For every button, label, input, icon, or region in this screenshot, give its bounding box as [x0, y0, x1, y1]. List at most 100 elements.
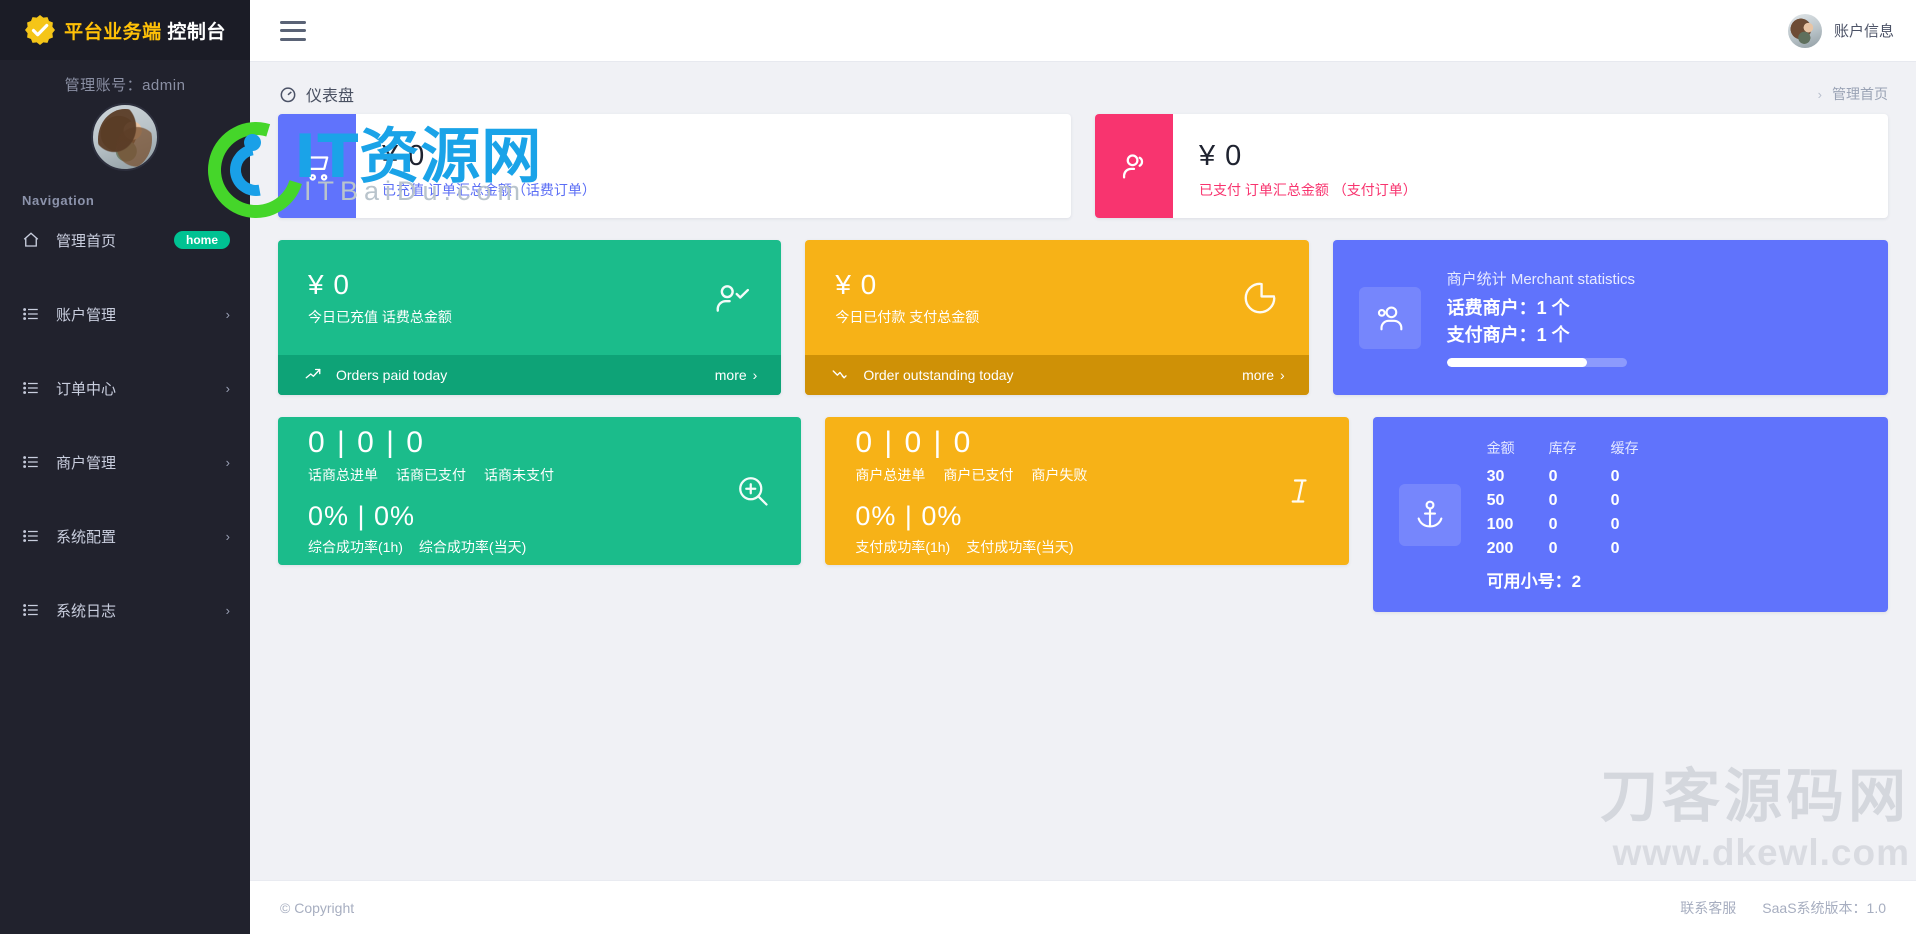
card-text: ¥ 0 今日已付款 支付总金额 [835, 269, 979, 327]
sidebar-item-system-log[interactable]: 系统日志 › [0, 588, 250, 632]
version-label: SaaS系统版本：1.0 [1762, 899, 1886, 916]
card-desc: 已充值 订单汇总金额（话费订单） [382, 182, 596, 198]
page-head: 仪表盘 › 管理首页 [278, 62, 1888, 114]
stock-table: 金额 库存 缓存 30 0 0 50 0 0 100 0 0 200 0 0 可… [1487, 438, 1673, 592]
brand-title-accent: 平台业务端 [64, 21, 162, 43]
card-amount: ¥ 0 [308, 268, 350, 300]
telecom-rate-labels: 综合成功率(1h) 综合成功率(当天) [308, 537, 554, 557]
label-rate-today: 综合成功率(当天) [418, 538, 527, 555]
list-icon [22, 379, 40, 397]
home-icon [22, 231, 40, 249]
card-title: 商户统计 Merchant statistics [1446, 271, 1636, 289]
more-label: more [1242, 367, 1274, 383]
list-icon [22, 527, 40, 545]
avatar[interactable] [91, 103, 159, 171]
card-merchant-statistics[interactable]: 商户统计 Merchant statistics 话费商户：1 个 支付商户：1… [1332, 240, 1888, 395]
sidebar-item-label: 账户管理 [56, 306, 117, 324]
sidebar-item-orders[interactable]: 订单中心 › [0, 366, 250, 410]
nav-header: Navigation [22, 193, 95, 208]
table-row: 100 0 0 [1487, 513, 1673, 537]
card-footer-label: Orders paid today [336, 367, 448, 383]
sidebar-nav: 管理首页 home 账户管理 › 订单中心 › 商户管理 › 系统配置 › 系统… [0, 218, 250, 632]
sidebar-item-label: 管理首页 [56, 232, 117, 250]
card-merchant-orders[interactable]: 0 | 0 | 0 商户总进单 商户已支付 商户失败 0% | 0% 支付成功率… [825, 417, 1349, 565]
nav-spacer [0, 336, 250, 366]
footer-copyright: © Copyright [280, 899, 355, 916]
card-today-recharge[interactable]: ¥ 0 今日已充值 话费总金额 Orders paid today more › [278, 240, 782, 395]
progress-bar-fill [1446, 357, 1588, 367]
check-badge-icon [24, 14, 56, 46]
more-label: more [714, 367, 747, 383]
col-stock: 库存 [1548, 439, 1577, 456]
hamburger-icon[interactable] [280, 20, 306, 41]
telecom-success-rates: 0% | 0% [308, 500, 416, 531]
chevron-right-icon: › [752, 367, 758, 383]
list-icon [22, 601, 40, 619]
label-rate-1h: 支付成功率(1h) [855, 538, 951, 555]
sidebar-item-label: 系统日志 [56, 602, 117, 620]
sidebar-item-label: 系统配置 [56, 528, 117, 546]
cell-cache: 0 [1610, 491, 1620, 509]
chevron-right-icon: › [225, 602, 230, 618]
card-paid-total[interactable]: ¥ 0 已支付 订单汇总金额 （支付订单） [1095, 114, 1888, 218]
cards-row-2: ¥ 0 今日已充值 话费总金额 Orders paid today more ›… [278, 240, 1888, 395]
trend-down-icon [831, 365, 849, 386]
card-desc: 今日已付款 支付总金额 [835, 308, 980, 325]
more-link[interactable]: more › [715, 367, 758, 383]
chevron-right-icon: › [1817, 86, 1822, 102]
card-telecom-orders[interactable]: 0 | 0 | 0 话商总进单 话商已支付 话商未支付 0% | 0% 综合成功… [278, 417, 802, 565]
merchant-payment-count: 支付商户：1 个 [1446, 324, 1570, 345]
nav-spacer [0, 558, 250, 588]
chevron-right-icon: › [225, 306, 230, 322]
people-icon [1358, 286, 1421, 349]
users-icon [1095, 114, 1173, 218]
brand-title-rest: 控制台 [161, 21, 226, 43]
merchant-telecom-count: 话费商户：1 个 [1446, 298, 1570, 319]
chevron-right-icon: › [225, 380, 230, 396]
trend-up-icon [304, 365, 322, 386]
card-text: ¥ 0 今日已充值 话费总金额 [308, 269, 452, 327]
cell-amount: 30 [1486, 467, 1505, 485]
cell-amount: 100 [1486, 515, 1514, 533]
cell-stock: 0 [1548, 467, 1558, 485]
table-row: 30 0 0 [1487, 465, 1673, 489]
available-numbers-label: 可用小号：2 [1486, 571, 1582, 591]
card-recharge-total[interactable]: ¥ 0 已充值 订单汇总金额（话费订单） [278, 114, 1071, 218]
zoom-in-icon [735, 473, 771, 509]
cell-stock: 0 [1548, 539, 1558, 557]
sidebar-item-merchant[interactable]: 商户管理 › [0, 440, 250, 484]
breadcrumb-current[interactable]: 管理首页 [1832, 84, 1888, 104]
cell-amount: 50 [1486, 491, 1505, 509]
list-icon [22, 453, 40, 471]
account-info-button[interactable]: 账户信息 [1787, 13, 1894, 48]
sidebar-item-home[interactable]: 管理首页 home [0, 218, 250, 262]
user-check-icon [713, 279, 751, 317]
card-footer-left: Orders paid today [304, 365, 447, 386]
card-footer: Order outstanding today more › [805, 355, 1309, 395]
nav-spacer [0, 262, 250, 292]
merchant-order-labels: 商户总进单 商户已支付 商户失败 [855, 465, 1087, 485]
card-stock-table[interactable]: 金额 库存 缓存 30 0 0 50 0 0 100 0 0 200 0 0 可… [1372, 417, 1888, 612]
cell-amount: 200 [1486, 539, 1514, 557]
card-today-paid[interactable]: ¥ 0 今日已付款 支付总金额 Order outstanding today … [805, 240, 1309, 395]
label-total: 商户总进单 [855, 466, 926, 483]
dashboard-icon [278, 84, 298, 104]
telecom-order-counts: 0 | 0 | 0 [308, 425, 425, 459]
sidebar-item-system-config[interactable]: 系统配置 › [0, 514, 250, 558]
more-link[interactable]: more › [1242, 367, 1285, 383]
page-title: 仪表盘 [278, 82, 354, 106]
sidebar-item-account[interactable]: 账户管理 › [0, 292, 250, 336]
label-rate-1h: 综合成功率(1h) [308, 538, 403, 555]
anchor-icon [1398, 483, 1461, 546]
sidebar-item-label: 商户管理 [56, 454, 117, 472]
card-body: ¥ 0 已支付 订单汇总金额 （支付订单） [1173, 114, 1417, 218]
brand[interactable]: 平台业务端 控制台 [0, 0, 250, 60]
shopping-cart-icon [278, 114, 356, 218]
main-area: 账户信息 仪表盘 › 管理首页 ¥ 0 已充值 订单汇总金额（话费订单） ¥ 0… [250, 0, 1916, 934]
card-desc: 今日已充值 话费总金额 [308, 308, 452, 325]
support-link[interactable]: 联系客服 [1680, 898, 1736, 918]
table-header-row: 金额 库存 缓存 [1487, 438, 1673, 465]
label-paid: 话商已支付 [396, 466, 466, 483]
chevron-right-icon: › [1279, 367, 1285, 383]
merchant-order-counts: 0 | 0 | 0 [855, 425, 973, 459]
